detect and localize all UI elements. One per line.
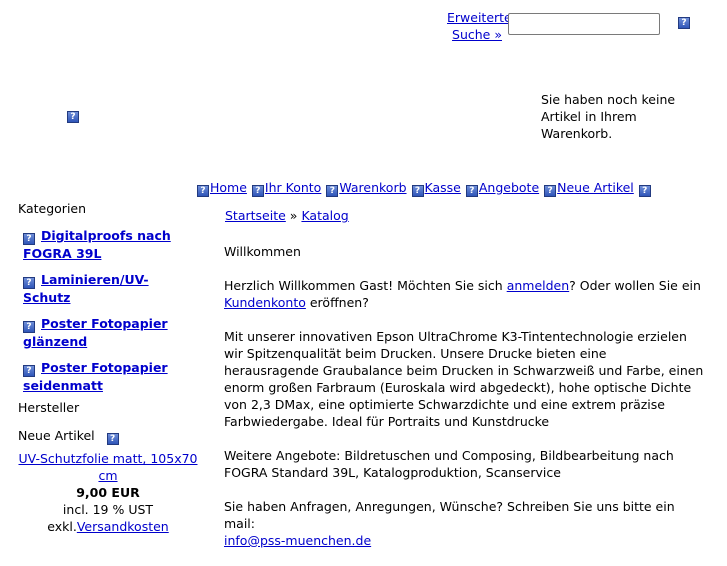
- category-link-laminieren[interactable]: Laminieren/UV-Schutz: [23, 272, 149, 305]
- nav-cart[interactable]: Warenkorb: [339, 180, 406, 195]
- search-button-icon[interactable]: [678, 17, 690, 29]
- category-link-poster-glaenzend[interactable]: Poster Fotopapier glänzend: [23, 316, 168, 349]
- breadcrumb-current[interactable]: Katalog: [301, 208, 348, 223]
- new-product-price: 9,00 EUR: [76, 485, 140, 500]
- category-item: Poster Fotopapier seidenmatt: [23, 359, 193, 395]
- login-link[interactable]: anmelden: [507, 278, 569, 293]
- contact-email-link[interactable]: info@pss-muenchen.de: [224, 533, 371, 548]
- top-navigation: Home Ihr Konto Warenkorb Kasse Angebote …: [197, 181, 652, 197]
- greeting-text-3: eröffnen?: [305, 295, 369, 310]
- services-paragraph: Weitere Angebote: Bildretuschen und Comp…: [224, 448, 674, 480]
- category-icon: [23, 365, 35, 377]
- greeting-text-2: ? Oder wollen Sie ein: [569, 278, 701, 293]
- new-products-heading-row: Neue Artikel: [18, 428, 119, 445]
- category-link-digitalproofs[interactable]: Digitalproofs nach FOGRA 39L: [23, 228, 171, 261]
- category-link-poster-seidenmatt[interactable]: Poster Fotopapier seidenmatt: [23, 360, 168, 393]
- contact-text: Sie haben Anfragen, Anregungen, Wünsche?…: [224, 499, 675, 531]
- nav-home-icon: [197, 185, 209, 197]
- main-content: Willkommen Herzlich Willkommen Gast! Möc…: [224, 243, 704, 566]
- new-product-box: UV-Schutzfolie matt, 105x70 cm 9,00 EUR …: [18, 450, 198, 535]
- nav-new-products[interactable]: Neue Artikel: [557, 180, 634, 195]
- nav-specials-icon: [465, 185, 478, 197]
- category-item: Poster Fotopapier glänzend: [23, 315, 193, 351]
- breadcrumb-separator: »: [289, 208, 298, 223]
- nav-checkout[interactable]: Kasse: [425, 180, 461, 195]
- nav-account[interactable]: Ihr Konto: [265, 180, 321, 195]
- welcome-title: Willkommen: [224, 244, 301, 259]
- nav-cart-icon: [326, 185, 339, 197]
- nav-specials[interactable]: Angebote: [479, 180, 539, 195]
- advanced-search-link[interactable]: Erweiterte Suche »: [447, 9, 512, 43]
- greeting-text-1: Herzlich Willkommen Gast! Möchten Sie si…: [224, 278, 507, 293]
- category-item: Laminieren/UV-Schutz: [23, 271, 193, 307]
- new-products-icon[interactable]: [106, 433, 119, 445]
- category-icon: [23, 277, 35, 289]
- category-icon: [23, 233, 35, 245]
- search-input[interactable]: [508, 13, 660, 35]
- greeting-paragraph: Herzlich Willkommen Gast! Möchten Sie si…: [224, 277, 704, 311]
- category-list: Digitalproofs nach FOGRA 39L Laminieren/…: [23, 227, 193, 403]
- breadcrumb-home[interactable]: Startseite: [225, 208, 286, 223]
- cart-summary: Sie haben noch keine Artikel in Ihrem Wa…: [541, 92, 676, 141]
- categories-heading: Kategorien: [18, 201, 87, 216]
- new-products-heading: Neue Artikel: [18, 428, 95, 443]
- nav-account-icon: [251, 185, 264, 197]
- new-product-shipping-prefix: exkl.: [47, 519, 77, 534]
- nav-checkout-icon: [411, 185, 424, 197]
- breadcrumb: Startseite » Katalog: [225, 208, 349, 223]
- new-product-link[interactable]: UV-Schutzfolie matt, 105x70 cm: [19, 451, 198, 483]
- nav-end-icon: [638, 185, 651, 197]
- manufacturers-heading: Hersteller: [18, 400, 80, 415]
- category-icon: [23, 321, 35, 333]
- nav-home[interactable]: Home: [210, 180, 247, 195]
- advanced-search-line1: Erweiterte: [447, 10, 512, 25]
- logo-image-icon[interactable]: [67, 111, 79, 123]
- contact-paragraph: Sie haben Anfragen, Anregungen, Wünsche?…: [224, 498, 704, 549]
- new-product-tax: incl. 19 % UST: [62, 502, 154, 517]
- advanced-search-line2: Suche »: [452, 27, 502, 42]
- intro-paragraph: Mit unserer innovativen Epson UltraChrom…: [224, 329, 704, 429]
- create-account-link[interactable]: Kundenkonto: [224, 295, 306, 310]
- nav-new-products-icon: [544, 185, 557, 197]
- shipping-costs-link[interactable]: Versandkosten: [77, 519, 169, 534]
- category-item: Digitalproofs nach FOGRA 39L: [23, 227, 193, 263]
